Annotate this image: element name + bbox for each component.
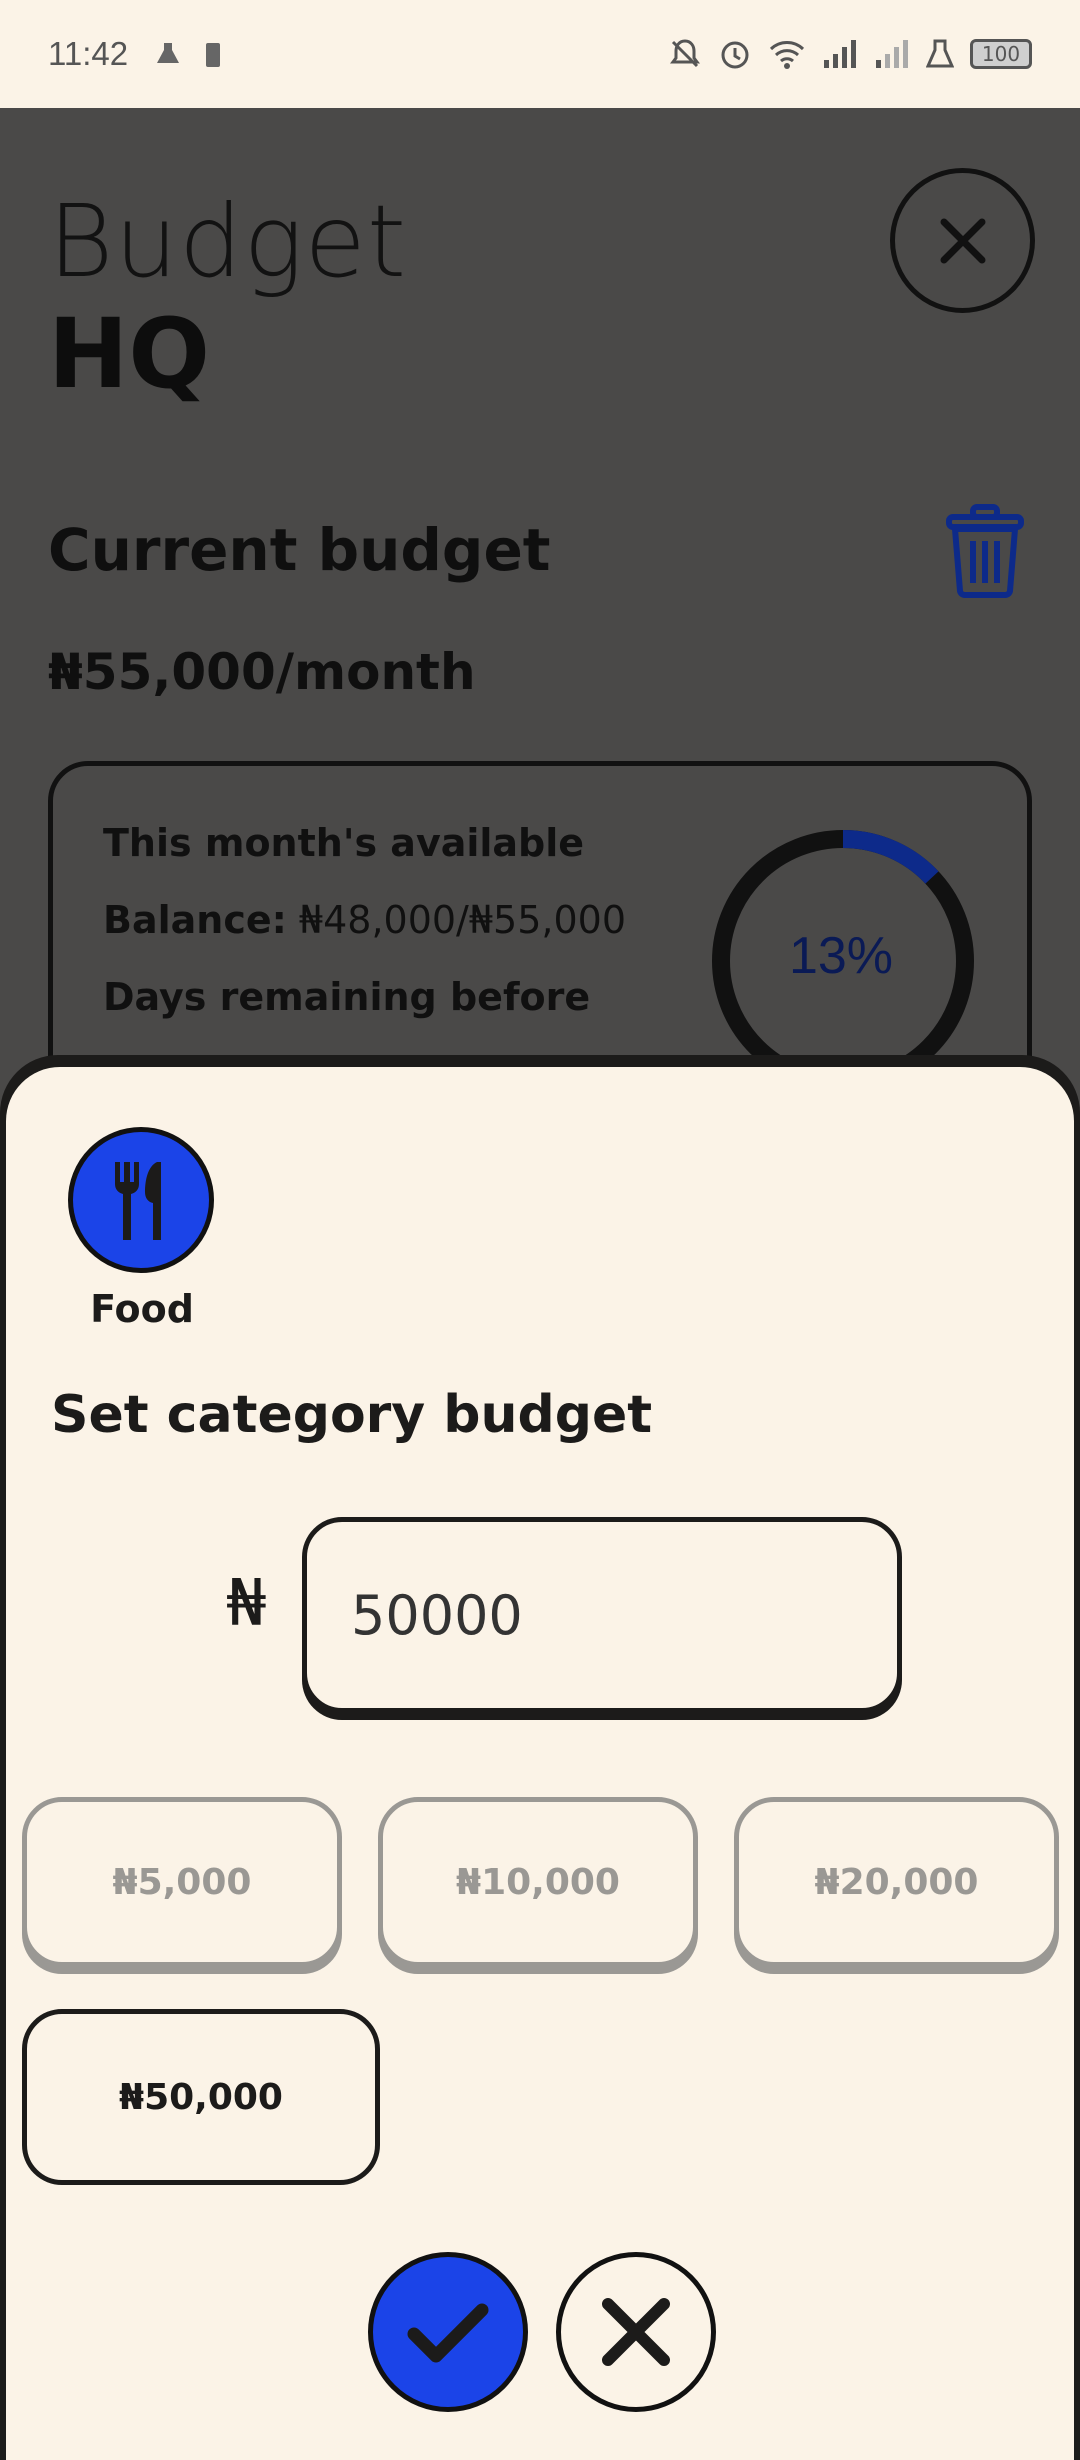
progress-percent: 13%	[788, 927, 894, 985]
checkmark-icon	[407, 2303, 489, 2363]
status-bar: 11:42 100	[0, 0, 1080, 108]
balance-label: Balance:	[103, 898, 287, 942]
preset-chip[interactable]: ₦5,000	[22, 1797, 342, 1967]
confirm-button[interactable]	[368, 2252, 528, 2412]
days-remaining-label: Days remaining before	[103, 975, 591, 1019]
balance-line: Balance: ₦48,000/₦55,000	[103, 898, 626, 942]
category-icon-button[interactable]	[68, 1127, 214, 1273]
alarm-icon	[721, 41, 749, 69]
category-budget-sheet: Food Set category budget ₦ ₦5,000 ₦10,00…	[0, 1055, 1080, 2460]
status-left-icons	[154, 40, 222, 68]
fork-knife-icon	[115, 1162, 161, 1240]
budget-amount: ₦55,000/month	[48, 643, 476, 701]
preset-chip[interactable]: ₦20,000	[734, 1797, 1059, 1967]
signal-weak-icon	[876, 40, 908, 68]
cancel-button[interactable]	[556, 2252, 716, 2412]
battery-indicator: 100	[970, 39, 1032, 69]
currency-symbol: ₦	[226, 1567, 267, 1641]
close-screen-button[interactable]	[890, 168, 1035, 313]
lab-flask-icon	[926, 39, 954, 68]
current-budget-heading: Current budget	[48, 516, 551, 584]
app-title-light: Budget	[48, 183, 408, 300]
flask-icon	[157, 43, 180, 63]
sheet-title: Set category budget	[51, 1385, 653, 1445]
battery-small-icon	[206, 43, 221, 67]
status-right-icons: 100	[668, 37, 1032, 71]
trash-icon	[946, 504, 1024, 598]
close-icon	[940, 218, 985, 263]
sheet-body: Food Set category budget ₦ ₦5,000 ₦10,00…	[6, 1067, 1074, 2460]
mute-bell-icon	[670, 39, 700, 68]
balance-value: ₦48,000/₦55,000	[298, 898, 627, 942]
available-label: This month's available	[103, 821, 585, 865]
delete-budget-button[interactable]	[945, 503, 1025, 602]
app-title-bold: HQ	[48, 298, 210, 410]
category-label: Food	[90, 1287, 194, 1331]
wifi-icon	[769, 41, 805, 69]
preset-chip-selected[interactable]: ₦50,000	[22, 2009, 380, 2185]
budget-amount-input[interactable]	[302, 1517, 902, 1713]
close-icon	[602, 2298, 670, 2366]
status-time: 11:42	[48, 35, 129, 72]
preset-chip[interactable]: ₦10,000	[378, 1797, 698, 1967]
signal-icon	[824, 40, 856, 68]
